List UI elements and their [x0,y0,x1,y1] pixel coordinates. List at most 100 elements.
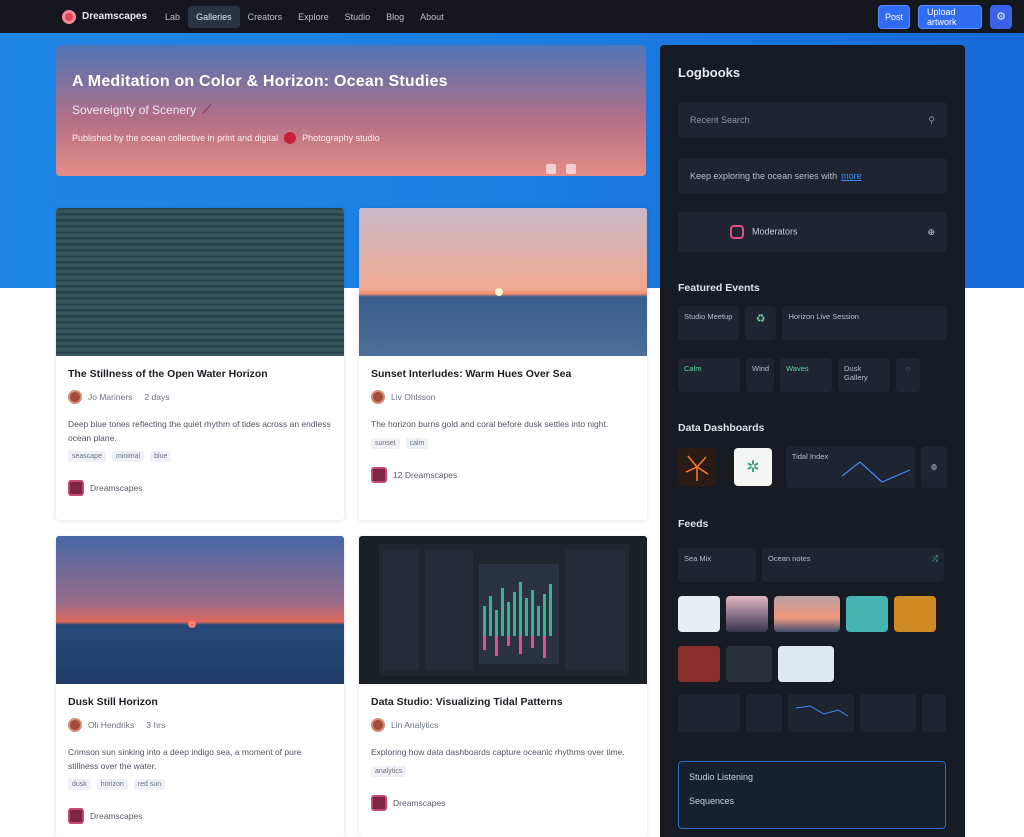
tag[interactable]: blue [150,451,172,463]
tag[interactable]: seascape [68,451,106,463]
hero-next-icon[interactable] [566,164,576,174]
nav-link-studio[interactable]: Studio [337,6,379,28]
stat-tile[interactable] [678,694,740,732]
stat-tile[interactable] [922,694,946,732]
footer-label[interactable]: 12 Dreamscapes [393,470,457,480]
hero-banner[interactable]: A Meditation on Color & Horizon: Ocean S… [56,45,646,176]
nav-link-creators[interactable]: Creators [240,6,291,28]
panel-line-1: Studio Listening [689,772,754,782]
post-card[interactable]: Dusk Still Horizon Oli Hendriks 3 hrs Cr… [56,536,344,837]
tag[interactable]: red sun [133,779,166,791]
avatar[interactable] [68,390,82,404]
featured-heading: Featured Events [678,282,760,294]
author-name[interactable]: Lin Analytics [391,720,438,730]
sidebar-search-input[interactable]: Recent Search ⚲ [678,102,947,138]
more-icon[interactable]: ◌ [896,358,920,392]
thumbnail[interactable] [774,596,840,632]
feeds-heading: Feeds [678,518,709,530]
stat-tile[interactable] [746,694,782,732]
nav-link-explore[interactable]: Explore [290,6,337,28]
featured-tile[interactable]: Studio Meetup [678,306,739,340]
tag[interactable]: calm [405,437,429,449]
thumb-row-1 [678,596,947,632]
thumbnail[interactable] [678,596,720,632]
tag[interactable]: analytics [371,765,407,777]
feed-tile[interactable]: Ocean notes ⤮ [762,548,944,582]
promo-link[interactable]: more [841,171,862,181]
card-image[interactable] [359,208,647,356]
tag[interactable]: dusk [68,779,91,791]
featured-row-1: Studio Meetup ♻ Horizon Live Session [678,306,947,340]
nav-link-about[interactable]: About [412,6,452,28]
post-card[interactable]: The Stillness of the Open Water Horizon … [56,208,344,520]
hero-author-avatar[interactable] [284,132,297,144]
nav-link-blog[interactable]: Blog [378,6,412,28]
hero-controls [546,164,576,174]
footer-label[interactable]: Dreamscapes [90,483,142,493]
upload-button[interactable]: Upload artwork [918,4,982,29]
top-nav: Dreamscapes Lab Galleries Creators Explo… [0,0,1024,33]
thumbnail[interactable] [726,646,772,682]
post-card[interactable]: Data Studio: Visualizing Tidal Patterns … [359,536,647,837]
leaf-icon[interactable]: ✲ [734,448,772,486]
featured-tile[interactable]: Horizon Live Session [782,306,947,340]
firework-thumbnail[interactable] [678,448,716,486]
featured-tile[interactable]: Wind [746,358,774,392]
card-image[interactable] [359,536,647,684]
card-title[interactable]: Sunset Interludes: Warm Hues Over Sea [371,368,635,380]
featured-tile[interactable]: Dusk Gallery [838,358,890,392]
footer-label[interactable]: Dreamscapes [393,798,445,808]
thumbnail[interactable] [726,596,768,632]
thumbnail[interactable] [846,596,888,632]
hero-author[interactable]: Photography studio [302,133,380,143]
tag[interactable]: minimal [111,451,145,463]
nav-link-lab[interactable]: Lab [157,6,188,28]
sparkline [841,461,911,483]
tag[interactable]: sunset [371,437,400,449]
card-image[interactable] [56,536,344,684]
collection-icon [371,466,387,483]
thumbnail[interactable] [778,646,834,682]
card-excerpt: The horizon burns gold and coral before … [371,419,609,429]
featured-tile[interactable]: Calm [678,358,740,392]
stat-tile[interactable] [788,694,854,732]
author-name[interactable]: Jo Mariners [88,392,132,402]
collection-icon [68,480,84,497]
card-footer: 12 Dreamscapes [371,466,635,483]
stat-tile[interactable] [860,694,916,732]
card-title[interactable]: The Stillness of the Open Water Horizon [68,368,332,380]
thumbnail[interactable] [894,596,936,632]
shuffle-icon[interactable]: ⤮ [932,554,938,576]
brand-logo[interactable]: Dreamscapes [62,9,147,24]
tidal-index-widget[interactable]: Tidal Index [785,446,916,488]
nav-link-galleries[interactable]: Galleries [188,5,240,28]
moderators-row[interactable]: Moderators ⊕ [678,212,947,252]
card-title[interactable]: Data Studio: Visualizing Tidal Patterns [371,696,635,708]
globe-icon[interactable]: ◍ [921,446,948,488]
recycle-icon[interactable]: ♻ [744,306,777,340]
featured-tile[interactable]: Waves [780,358,832,392]
thumbnail[interactable] [678,646,720,682]
card-title[interactable]: Dusk Still Horizon [68,696,332,708]
feeds-row: Sea Mix Ocean notes ⤮ [678,548,947,582]
studio-panel[interactable]: Studio Listening Sequences [678,761,946,829]
card-image[interactable] [56,208,344,356]
avatar[interactable] [371,718,385,732]
post-button[interactable]: Post [878,4,910,29]
avatar[interactable] [371,390,385,404]
author-name[interactable]: Liv Ohlsson [391,392,435,402]
moderators-text: Moderators [752,226,798,237]
hero-prev-icon[interactable] [546,164,556,174]
zoom-icon[interactable]: ⊕ [927,227,935,238]
feed-tile[interactable]: Sea Mix [678,548,756,582]
footer-label[interactable]: Dreamscapes [90,811,142,821]
card-footer: Dreamscapes [371,794,635,811]
settings-gear-icon[interactable]: ⚙ [990,4,1012,29]
author-name[interactable]: Oli Hendriks [88,720,134,730]
hero-title: A Meditation on Color & Horizon: Ocean S… [72,73,448,90]
search-icon[interactable]: ⚲ [928,115,935,126]
stat-sparkline [795,705,849,717]
tag[interactable]: horizon [96,779,128,791]
post-card[interactable]: Sunset Interludes: Warm Hues Over Sea Li… [359,208,647,520]
avatar[interactable] [68,718,82,732]
